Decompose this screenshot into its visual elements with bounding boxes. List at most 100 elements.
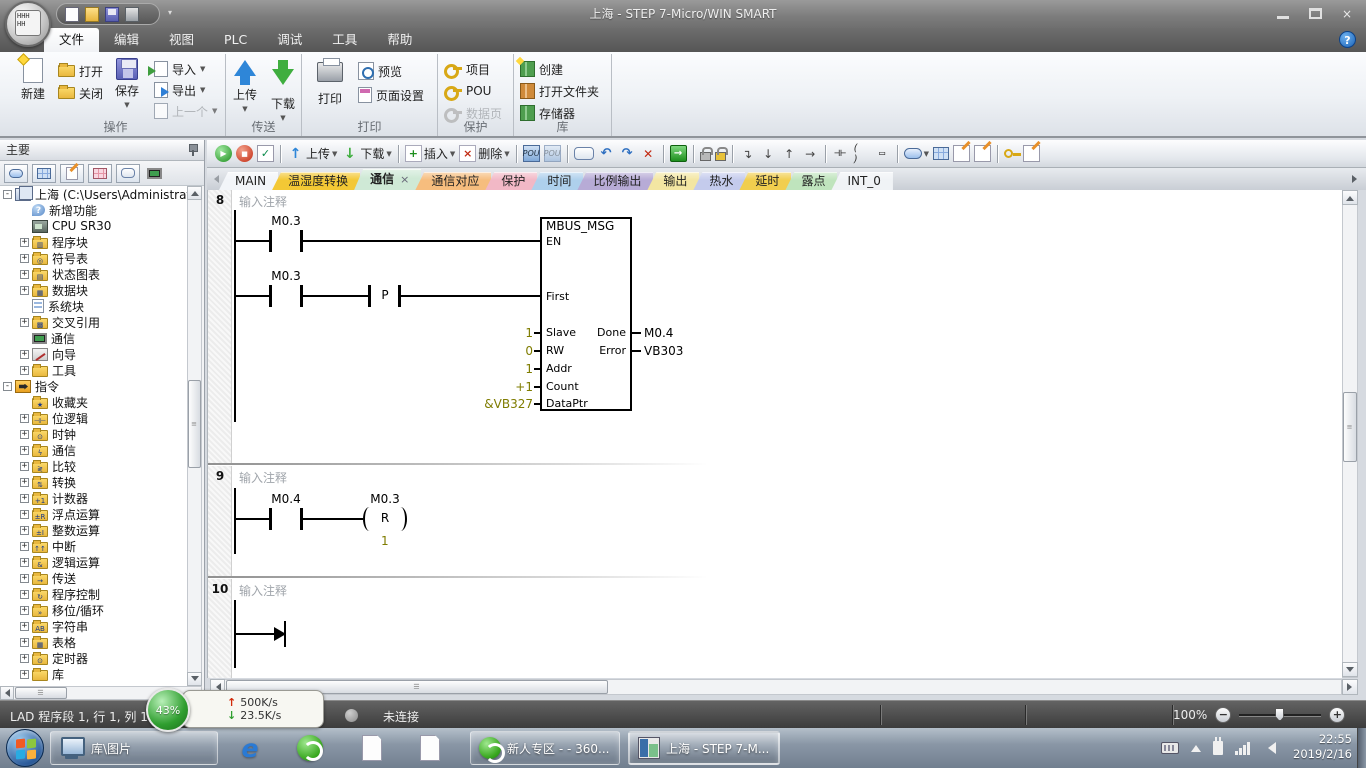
editor-tab-INT_0[interactable]: INT_0 bbox=[831, 172, 892, 190]
editor-tab-通信对应[interactable]: 通信对应 bbox=[415, 172, 491, 190]
contact-bar[interactable] bbox=[269, 508, 272, 530]
tree-expander-icon[interactable]: + bbox=[20, 590, 29, 599]
editor-tab-MAIN[interactable]: MAIN bbox=[219, 172, 278, 190]
tree-item[interactable]: ?新增功能 bbox=[0, 202, 187, 218]
network-signal-icon[interactable] bbox=[1235, 742, 1250, 755]
import-button[interactable]: 导入 ▼ bbox=[154, 60, 205, 78]
lib-create-button[interactable]: 创建 bbox=[520, 60, 563, 78]
tab-close-icon[interactable]: × bbox=[400, 173, 409, 186]
tree-item[interactable]: +⊙定时器 bbox=[0, 650, 187, 666]
network-comment[interactable]: 输入注释 bbox=[239, 193, 287, 210]
contact-bar[interactable] bbox=[269, 285, 272, 307]
tree-item[interactable]: +±I整数运算 bbox=[0, 522, 187, 538]
new-button[interactable]: 新建 bbox=[12, 58, 54, 102]
view-symbol-table-icon[interactable] bbox=[32, 164, 56, 183]
taskbar-360-window-button[interactable]: 新人专区 - - 360... bbox=[470, 731, 620, 765]
back-button[interactable]: ↶ bbox=[596, 143, 617, 165]
minimize-button[interactable] bbox=[1272, 6, 1294, 21]
editor-scroll-down-icon[interactable] bbox=[1342, 662, 1358, 677]
edge-contact-bar[interactable] bbox=[368, 285, 371, 307]
tree-expander-icon[interactable]: + bbox=[20, 366, 29, 375]
tree-expander-icon[interactable]: + bbox=[20, 238, 29, 247]
upload-button[interactable]: 上传 ▼ bbox=[228, 60, 262, 113]
tree-item[interactable]: -指令 bbox=[0, 378, 187, 394]
tree-expander-icon[interactable]: + bbox=[20, 270, 29, 279]
tree-expander-icon[interactable]: + bbox=[20, 446, 29, 455]
taskbar-step7-button[interactable]: 上海 - STEP 7-M... bbox=[628, 731, 780, 765]
preview-button[interactable]: 预览 bbox=[358, 62, 402, 80]
tree-expander-icon[interactable]: + bbox=[20, 462, 29, 471]
symbol-table-button[interactable] bbox=[931, 143, 951, 165]
compile-button[interactable]: ✓ bbox=[255, 143, 276, 165]
lock-button[interactable] bbox=[698, 143, 713, 165]
run-button[interactable]: ▶ bbox=[213, 143, 234, 165]
branch-down-button[interactable]: ↴ bbox=[737, 143, 758, 165]
tree-expander-icon[interactable]: + bbox=[20, 622, 29, 631]
tree-item[interactable]: 系统块 bbox=[0, 298, 187, 314]
maximize-button[interactable] bbox=[1304, 6, 1326, 21]
tree-item[interactable]: +▦表格 bbox=[0, 634, 187, 650]
taskbar-explorer-button[interactable]: 库\图片 bbox=[50, 731, 218, 765]
editor-tab-热水[interactable]: 热水 bbox=[693, 172, 745, 190]
tree-item[interactable]: +&逻辑运算 bbox=[0, 554, 187, 570]
taskbar-clock[interactable]: 22:55 2019/2/16 bbox=[1293, 732, 1352, 762]
protect-project-button[interactable]: 项目 bbox=[444, 60, 490, 78]
editor-scroll-right-icon[interactable] bbox=[1342, 679, 1358, 695]
tree-expander-icon[interactable]: + bbox=[20, 574, 29, 583]
line-right-button[interactable]: → bbox=[800, 143, 821, 165]
import-dropdown-icon[interactable]: ▼ bbox=[200, 65, 205, 73]
address-box-button[interactable] bbox=[572, 143, 596, 165]
tree-item[interactable]: +工具 bbox=[0, 362, 187, 378]
pou-view-button[interactable]: POU bbox=[521, 143, 542, 165]
tree-item[interactable]: +⇅转换 bbox=[0, 474, 187, 490]
export-dropdown-icon[interactable]: ▼ bbox=[200, 86, 205, 94]
tree-expander-icon[interactable]: + bbox=[20, 606, 29, 615]
open-button[interactable]: 打开 bbox=[58, 62, 103, 80]
tree-item[interactable]: +↑↑中断 bbox=[0, 538, 187, 554]
menu-item-工具[interactable]: 工具 bbox=[317, 28, 372, 52]
tree-expander-icon[interactable]: + bbox=[20, 318, 29, 327]
tree-expander-icon[interactable]: - bbox=[3, 190, 12, 199]
line-up-button[interactable]: ↑ bbox=[779, 143, 800, 165]
help-icon[interactable]: ? bbox=[1339, 31, 1356, 48]
contact-bar[interactable] bbox=[269, 230, 272, 252]
editor-tab-露点[interactable]: 露点 bbox=[785, 172, 837, 190]
tree-item[interactable]: ++1计数器 bbox=[0, 490, 187, 506]
tree-item[interactable]: +»移位/循环 bbox=[0, 602, 187, 618]
coil-right-arc[interactable] bbox=[394, 507, 407, 531]
tree-item[interactable]: +▩交叉引用 bbox=[0, 314, 187, 330]
contact-address[interactable]: M0.3 bbox=[271, 269, 300, 283]
tree-expander-icon[interactable]: + bbox=[20, 478, 29, 487]
stop-button[interactable]: ■ bbox=[234, 143, 255, 165]
tree-item[interactable]: +⊣⊢位逻辑 bbox=[0, 410, 187, 426]
insert-dd-icon[interactable]: ▼ bbox=[450, 150, 455, 158]
coil-address[interactable]: M0.3 bbox=[370, 492, 399, 506]
tree-item[interactable]: +▥程序块 bbox=[0, 234, 187, 250]
coil-operator[interactable]: R bbox=[381, 511, 389, 525]
editor-tab-延时[interactable]: 延时 bbox=[739, 172, 791, 190]
key-button[interactable] bbox=[1002, 143, 1021, 165]
ladder-editor[interactable]: 8 输入注释 M0.3 M0.3 P MBUS_MSG EN First Sla… bbox=[207, 190, 1342, 678]
tree-item[interactable]: -上海 (C:\Users\Administrator.. bbox=[0, 186, 187, 202]
download-dd-icon[interactable]: ▼ bbox=[386, 150, 391, 158]
upload-dropdown-icon[interactable]: ▼ bbox=[242, 105, 247, 113]
taskbar-360-button[interactable] bbox=[288, 732, 332, 764]
coil-left-arc[interactable] bbox=[363, 507, 376, 531]
positive-edge-label[interactable]: P bbox=[381, 288, 388, 302]
input-value-slave[interactable]: 1 bbox=[453, 326, 533, 340]
tree-expander-icon[interactable]: + bbox=[20, 670, 29, 679]
delete-dd-icon[interactable]: ▼ bbox=[504, 150, 509, 158]
save-button[interactable]: 保存 ▼ bbox=[106, 58, 148, 109]
editor-tab-时间[interactable]: 时间 bbox=[531, 172, 583, 190]
tree-item[interactable]: +⊙时钟 bbox=[0, 426, 187, 442]
editor-tab-输出[interactable]: 输出 bbox=[647, 172, 699, 190]
go-button[interactable]: → bbox=[668, 143, 689, 165]
properties-button[interactable] bbox=[1021, 143, 1042, 165]
view-comm-icon[interactable] bbox=[144, 164, 168, 183]
tree-item[interactable]: +≷比较 bbox=[0, 458, 187, 474]
contact-address[interactable]: M0.3 bbox=[271, 214, 300, 228]
tree-item[interactable]: +ϟ通信 bbox=[0, 442, 187, 458]
tree-scroll-left-icon[interactable] bbox=[0, 686, 14, 700]
keyboard-tray-icon[interactable] bbox=[1161, 742, 1179, 754]
tree-item[interactable]: +库 bbox=[0, 666, 187, 682]
